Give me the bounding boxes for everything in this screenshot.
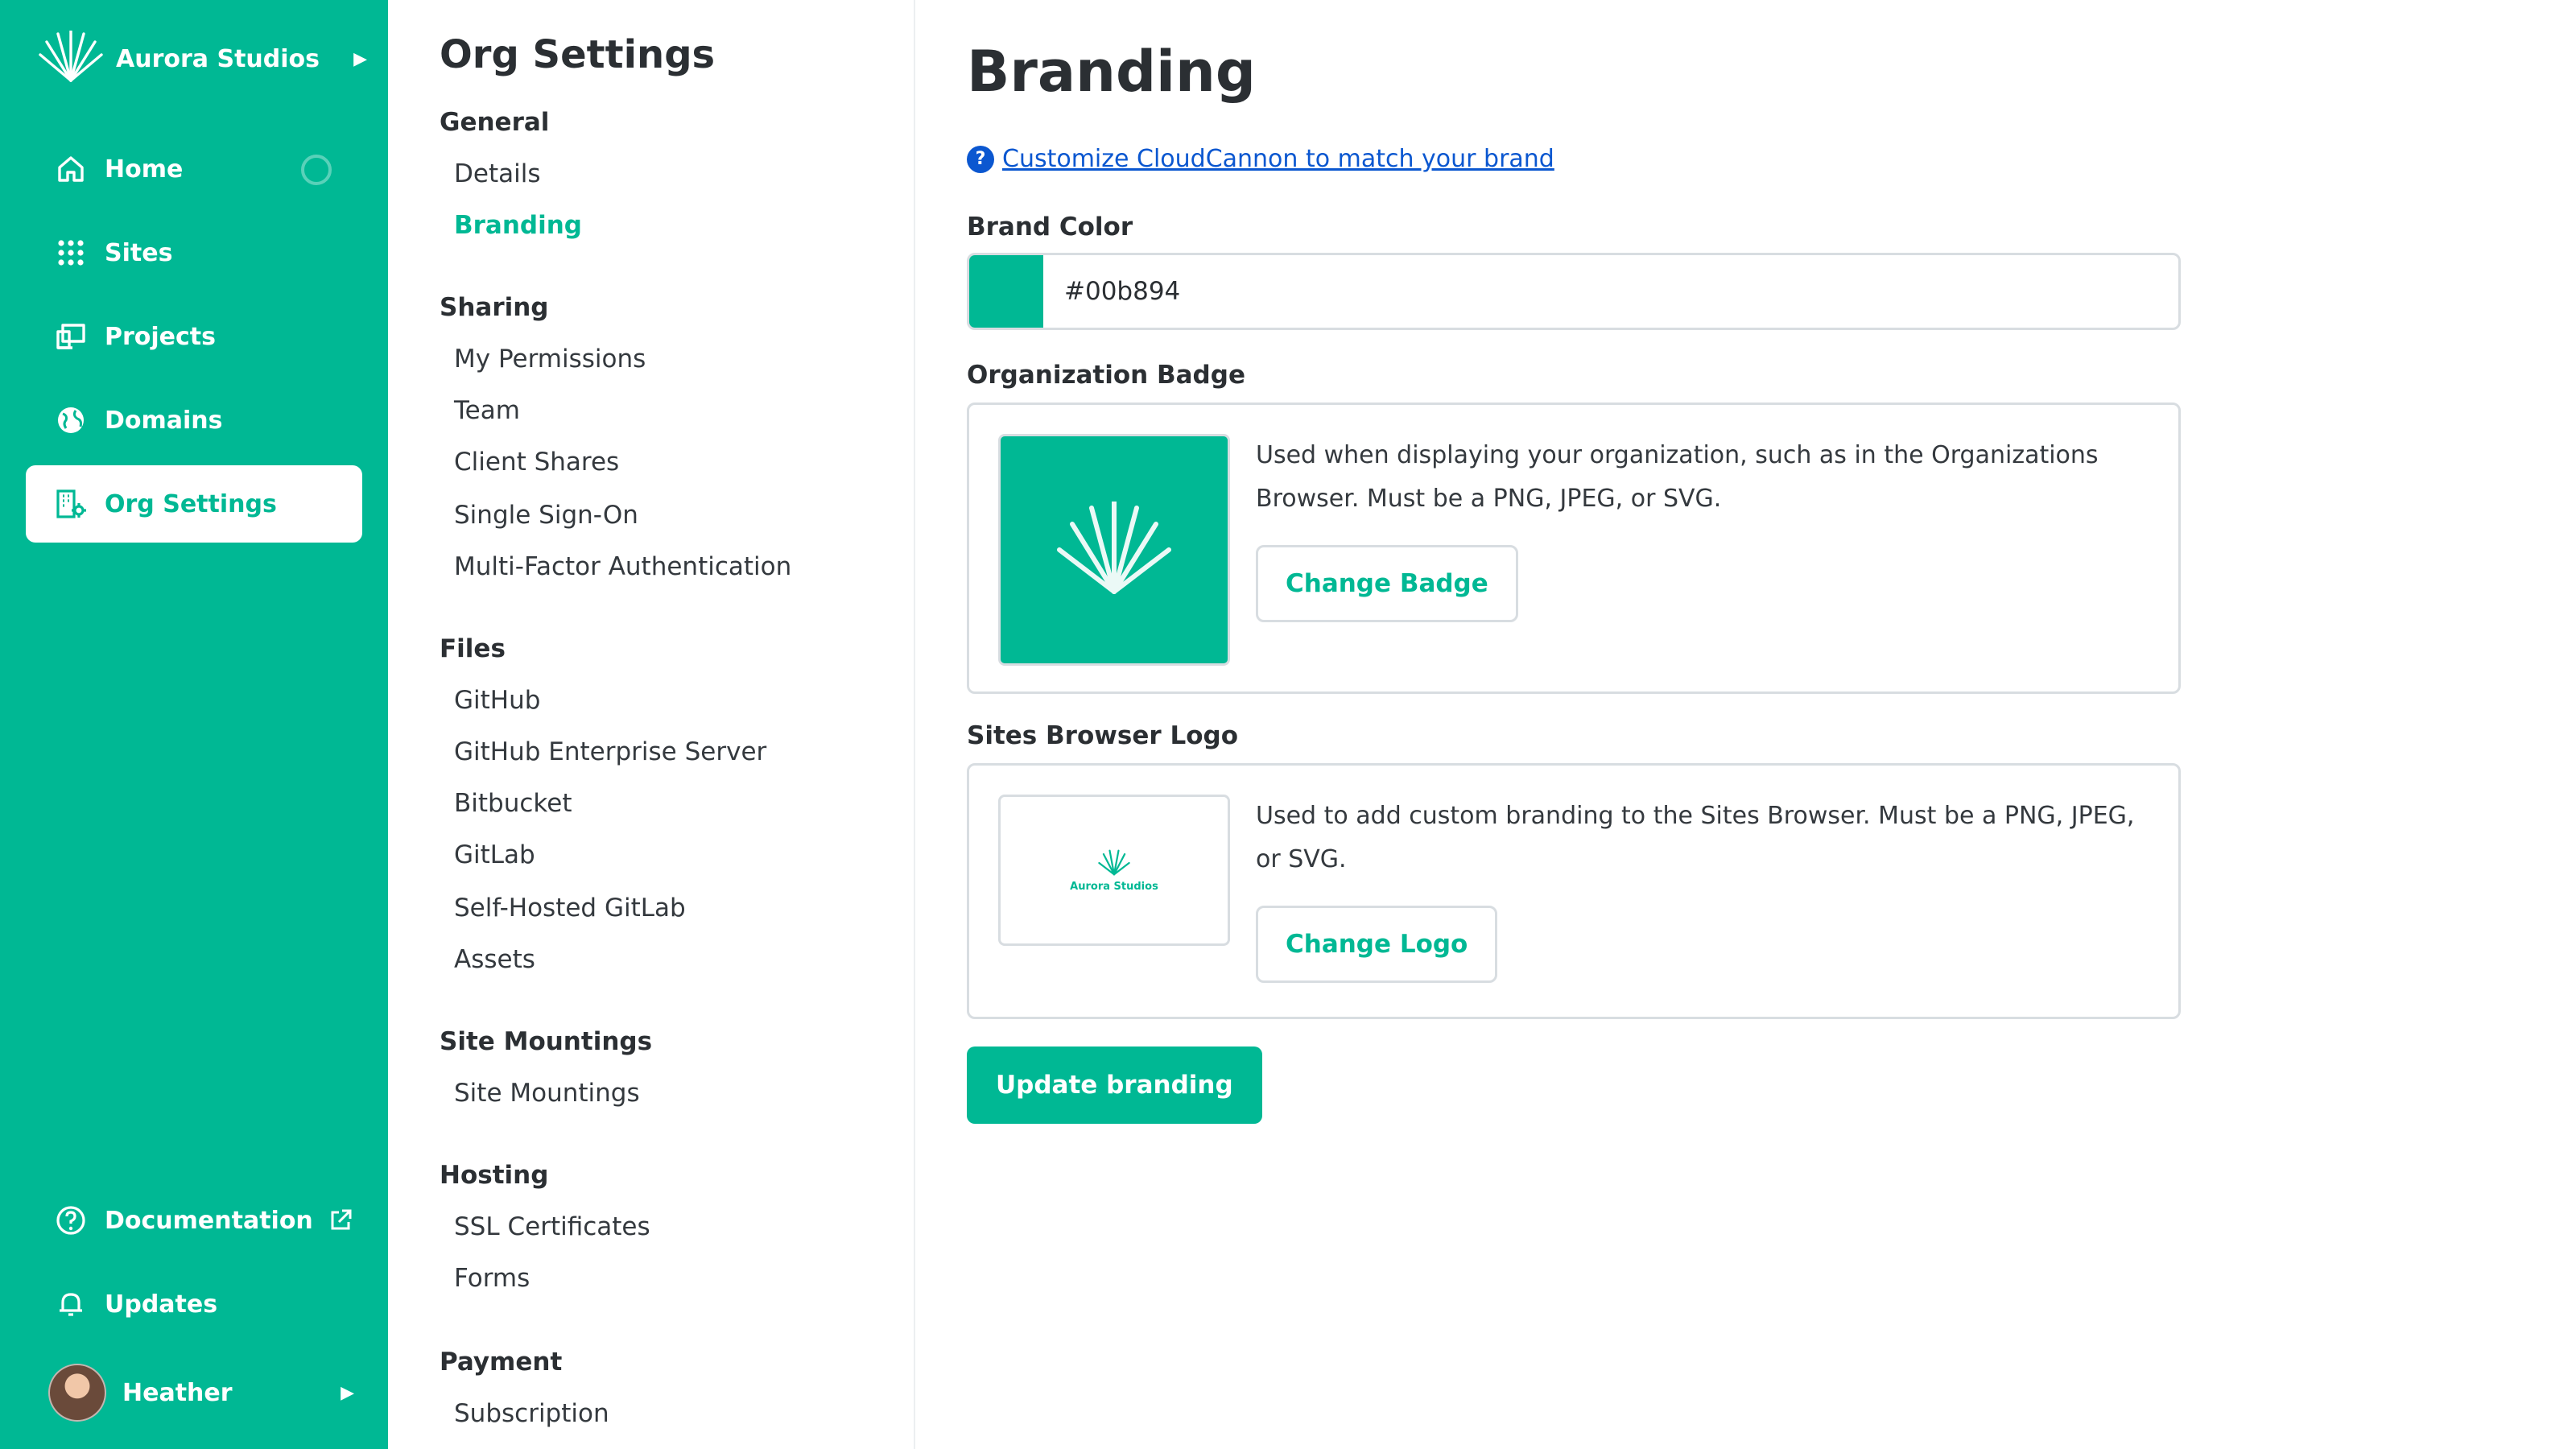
nav-documentation[interactable]: Documentation	[26, 1182, 362, 1259]
user-name: Heather	[122, 1378, 233, 1407]
group-general: General	[440, 108, 550, 137]
nav-label: Projects	[105, 322, 217, 351]
submenu-item-self-hosted-gitlab[interactable]: Self-Hosted GitLab	[454, 894, 686, 923]
sites-logo-card: Aurora Studios Used to add custom brandi…	[967, 763, 2181, 1019]
submenu-item-bitbucket[interactable]: Bitbucket	[454, 789, 572, 818]
home-icon	[58, 156, 84, 182]
org-badge-description: Used when displaying your organization, …	[1256, 441, 2099, 513]
group-sharing: Sharing	[440, 293, 549, 322]
org-badge-preview	[998, 434, 1230, 666]
loading-spinner-icon	[301, 155, 332, 185]
chevron-right-icon: ▶	[341, 1382, 354, 1403]
nav-label: Domains	[105, 406, 223, 435]
submenu-title: Org Settings	[440, 32, 716, 77]
change-badge-button[interactable]: Change Badge	[1256, 545, 1518, 622]
globe-icon	[58, 407, 84, 433]
nav-sites[interactable]: Sites	[26, 214, 362, 291]
submenu-item-single-sign-on[interactable]: Single Sign-On	[454, 501, 638, 530]
avatar	[48, 1364, 106, 1422]
group-hosting: Hosting	[440, 1161, 549, 1190]
help-icon: ?	[967, 145, 994, 173]
update-branding-button[interactable]: Update branding	[967, 1046, 1262, 1124]
logo-preview-text: Aurora Studios	[1070, 880, 1158, 893]
submenu-item-my-permissions[interactable]: My Permissions	[454, 345, 646, 374]
nav-label: Home	[105, 155, 184, 184]
submenu-item-ssl[interactable]: SSL Certificates	[454, 1212, 650, 1241]
brand-color-label: Brand Color	[967, 213, 1133, 242]
nav-updates[interactable]: Updates	[26, 1265, 362, 1343]
page-title: Branding	[967, 39, 1256, 105]
submenu-item-branding[interactable]: Branding	[454, 211, 582, 240]
branding-page: Branding ? Customize CloudCannon to matc…	[915, 0, 2576, 1449]
submenu-item-client-shares[interactable]: Client Shares	[454, 448, 619, 477]
org-switcher[interactable]: Aurora Studios ▶	[37, 31, 367, 87]
grid-icon	[58, 240, 84, 266]
submenu-item-details[interactable]: Details	[454, 159, 540, 188]
submenu-item-assets[interactable]: Assets	[454, 945, 535, 974]
org-badge-card: Used when displaying your organization, …	[967, 402, 2181, 694]
nav-label: Updates	[105, 1290, 218, 1319]
bell-icon	[60, 1293, 82, 1316]
user-menu[interactable]: Heather ▶	[48, 1362, 354, 1423]
submenu-item-github[interactable]: GitHub	[454, 686, 540, 715]
group-site-mountings: Site Mountings	[440, 1027, 653, 1056]
aurora-badge-icon	[1057, 502, 1171, 594]
org-name: Aurora Studios	[116, 44, 320, 73]
change-logo-button[interactable]: Change Logo	[1256, 906, 1498, 983]
devices-icon	[56, 324, 85, 349]
nav-label: Sites	[105, 238, 173, 267]
nav-projects[interactable]: Projects	[26, 298, 362, 375]
color-swatch[interactable]	[969, 255, 1043, 328]
org-badge-label: Organization Badge	[967, 361, 1245, 390]
aurora-mini-logo-icon	[1098, 849, 1130, 875]
submenu-item-forms[interactable]: Forms	[454, 1264, 530, 1293]
brand-color-input[interactable]	[1043, 255, 2178, 328]
nav-label: Documentation	[105, 1206, 313, 1235]
sites-logo-description: Used to add custom branding to the Sites…	[1256, 802, 2135, 873]
settings-submenu: Org Settings General Details Branding Sh…	[388, 0, 915, 1449]
group-files: Files	[440, 634, 506, 663]
external-link-icon	[331, 1209, 352, 1230]
submenu-item-github-enterprise[interactable]: GitHub Enterprise Server	[454, 737, 766, 766]
brand-color-field[interactable]	[967, 253, 2181, 330]
org-settings-icon	[56, 489, 86, 518]
sites-logo-preview: Aurora Studios	[998, 795, 1230, 946]
submenu-item-site-mountings[interactable]: Site Mountings	[454, 1079, 640, 1108]
nav-label: Org Settings	[105, 489, 277, 518]
submenu-item-subscription[interactable]: Subscription	[454, 1399, 609, 1428]
help-link-text: Customize CloudCannon to match your bran…	[1002, 145, 1554, 173]
submenu-item-gitlab[interactable]: GitLab	[454, 840, 535, 869]
group-payment: Payment	[440, 1348, 563, 1377]
main-sidebar: Aurora Studios ▶ Home Sites Projects Dom…	[0, 0, 388, 1449]
nav-home[interactable]: Home	[26, 130, 362, 208]
nav-org-settings[interactable]: Org Settings	[26, 465, 362, 543]
sites-logo-label: Sites Browser Logo	[967, 721, 1238, 750]
help-link[interactable]: ? Customize CloudCannon to match your br…	[967, 145, 1554, 173]
submenu-item-team[interactable]: Team	[454, 396, 520, 425]
help-circle-icon	[56, 1206, 85, 1235]
chevron-right-icon: ▶	[353, 48, 367, 69]
submenu-item-mfa[interactable]: Multi-Factor Authentication	[454, 552, 791, 581]
nav-domains[interactable]: Domains	[26, 382, 362, 459]
aurora-logo-icon	[39, 31, 103, 82]
